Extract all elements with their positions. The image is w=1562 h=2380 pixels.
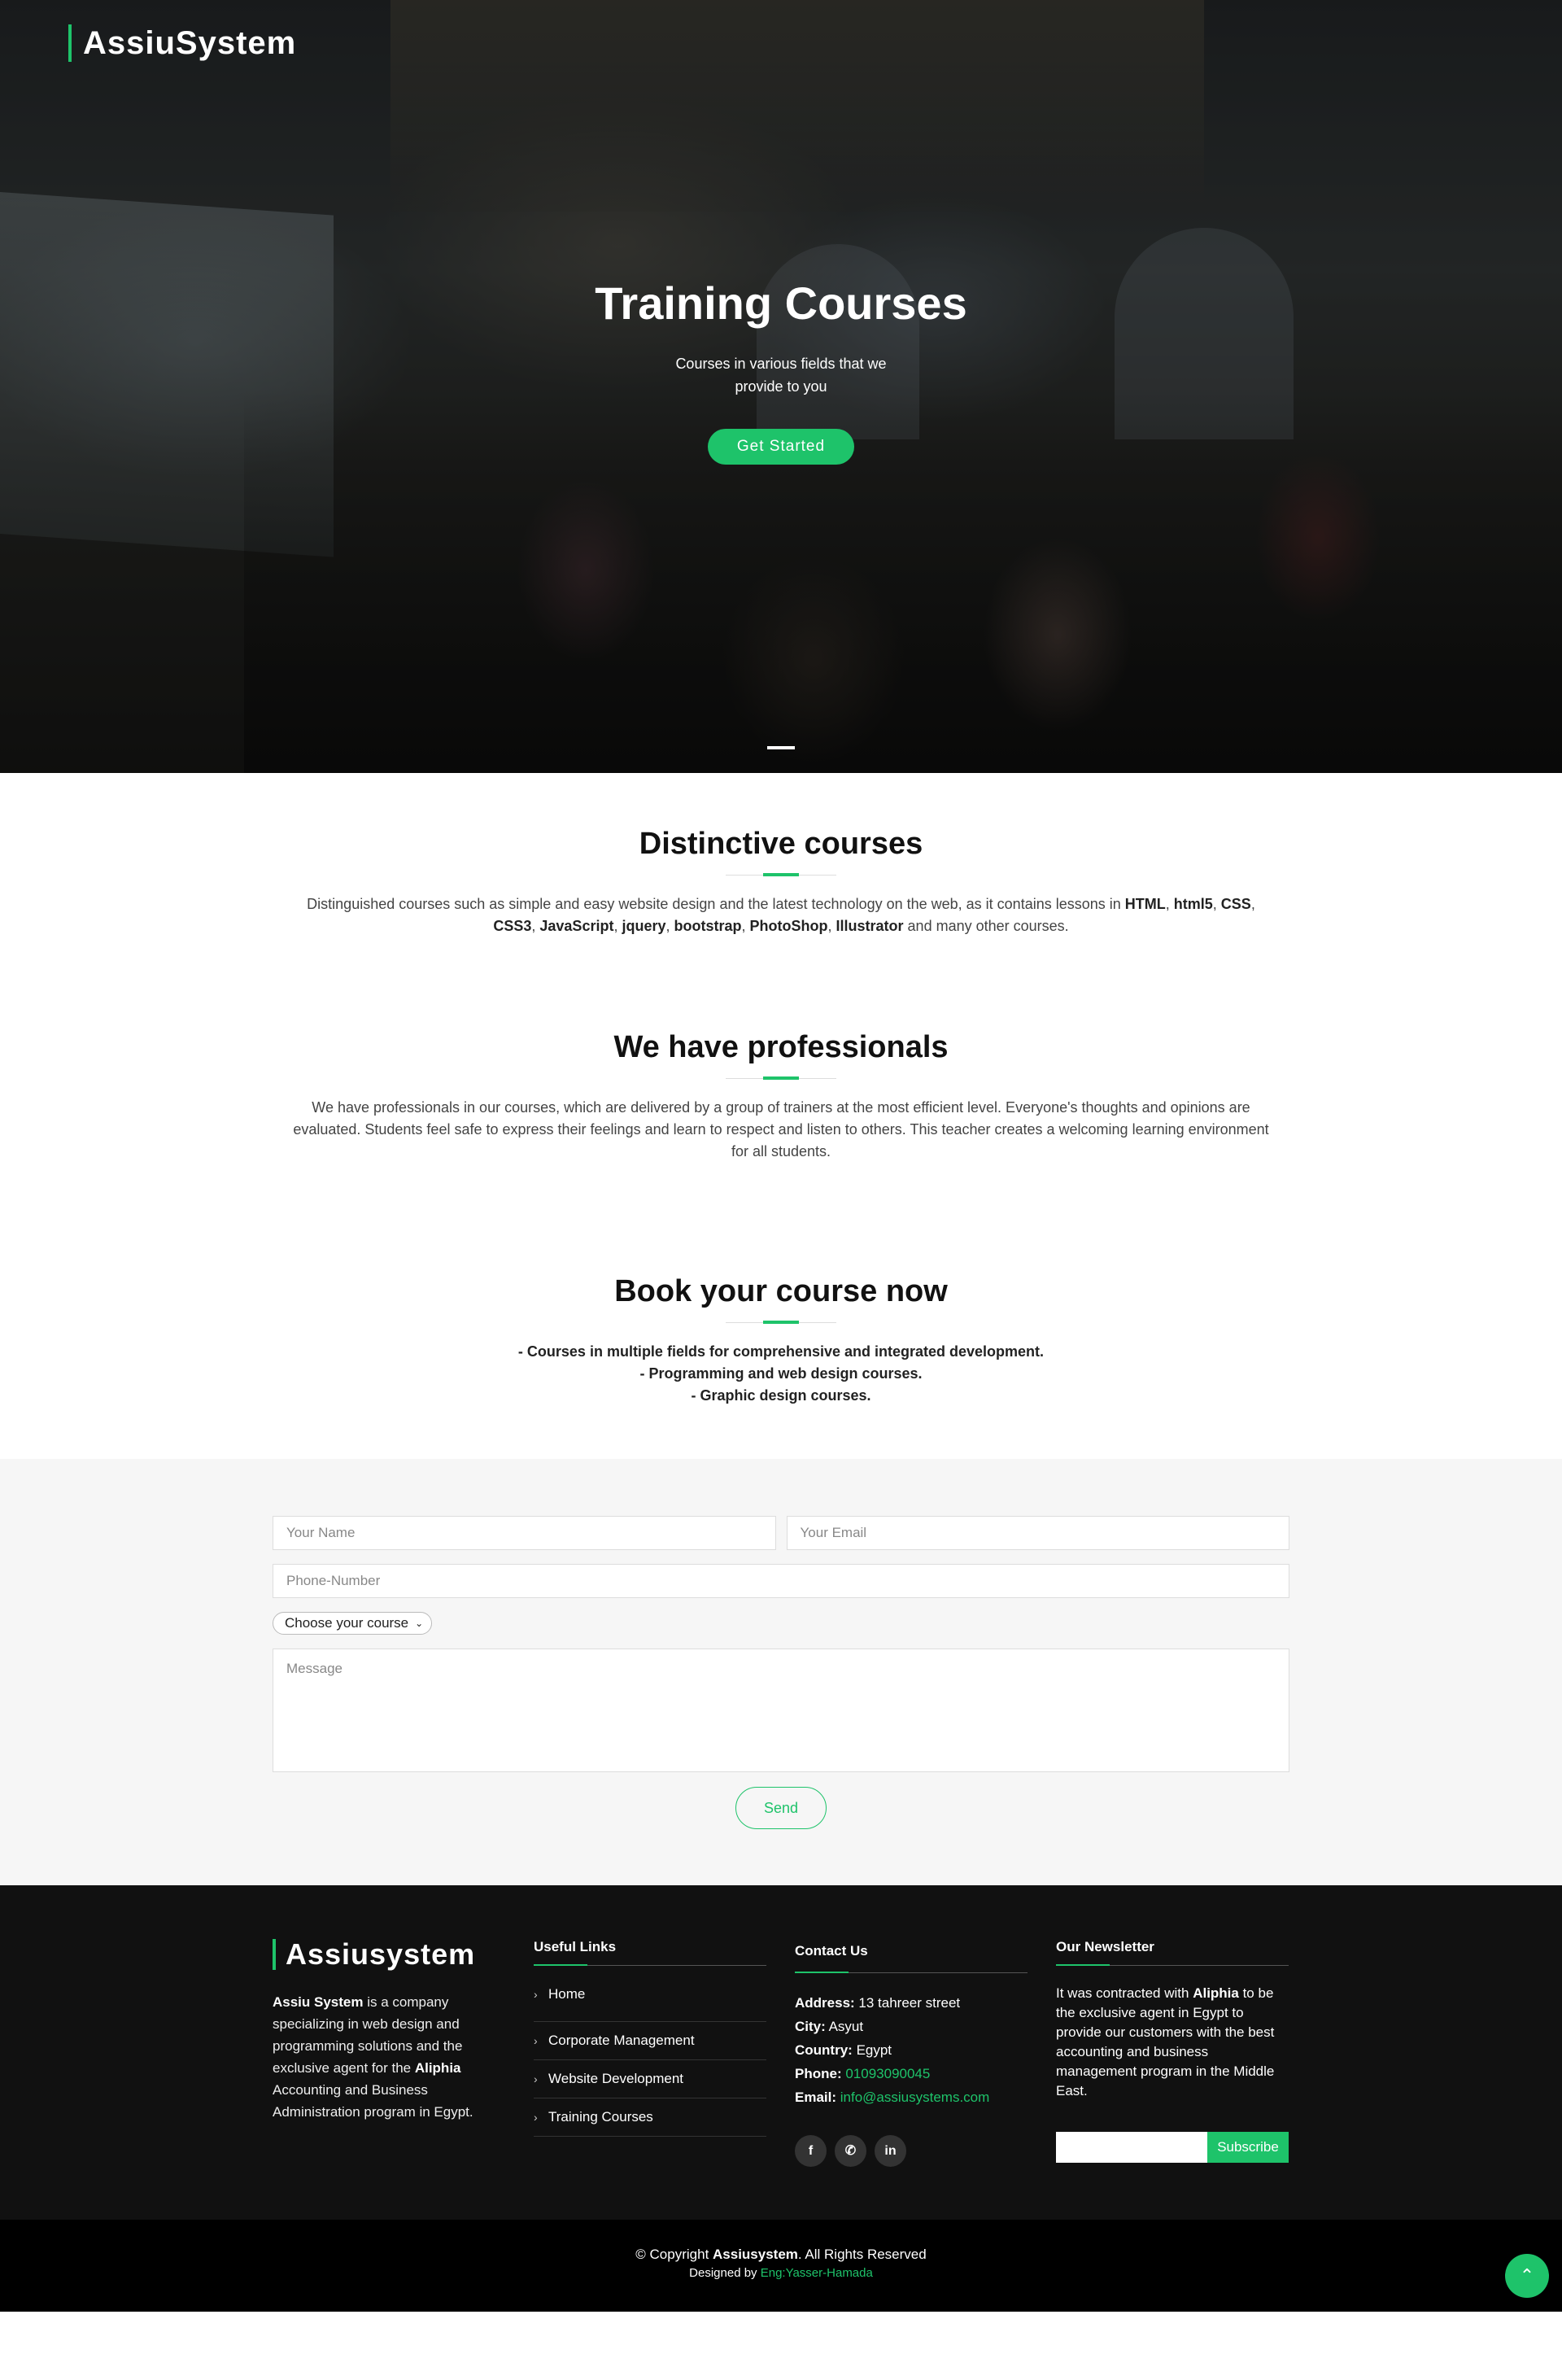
facebook-icon[interactable]: f [795, 2135, 827, 2167]
chevron-right-icon: › [534, 1988, 538, 2001]
copyright-bar: © Copyright Assiusystem. All Rights Rese… [0, 2220, 1562, 2312]
designer-credit: Designed by Eng:Yasser-Hamada [689, 2266, 873, 2280]
designer-link[interactable]: Eng:Yasser-Hamada [761, 2266, 873, 2280]
newsletter-text: It was contracted with Aliphia to be the… [1056, 1985, 1275, 2098]
section-title: Distinctive courses [639, 827, 923, 861]
get-started-button[interactable]: Get Started [707, 429, 855, 465]
carousel-indicator[interactable] [767, 746, 795, 749]
booking-form: Your Name Your Email Phone-Number Choose… [273, 1516, 1289, 1829]
section-text: Distinguished courses such as simple and… [307, 896, 1255, 934]
footer-link-corporate[interactable]: › Corporate Management [534, 2022, 766, 2060]
phone-link[interactable]: 01093090045 [845, 2066, 930, 2081]
name-input[interactable]: Your Name [273, 1516, 776, 1550]
footer-link-training[interactable]: › Training Courses [534, 2098, 766, 2137]
book-list: - Courses in multiple fields for compreh… [285, 1341, 1277, 1407]
contact-address: Address: 13 tahreer street [795, 1995, 961, 2011]
linkedin-icon[interactable]: in [875, 2135, 906, 2167]
hero-section: AssiuSystem Training Courses Courses in … [0, 0, 1562, 773]
chevron-right-icon: › [534, 2072, 538, 2085]
hero-content: Training Courses Courses in various fiel… [0, 277, 1562, 465]
course-select-value: Choose your course [285, 1615, 409, 1631]
book-list-item: - Programming and web design courses. [639, 1365, 923, 1382]
distinctive-courses-section: Distinctive courses Distinguished course… [0, 773, 1562, 1030]
footer: Assiusystem Assiu System is a company sp… [0, 1885, 1562, 2220]
footer-about: Assiusystem Assiu System is a company sp… [273, 1939, 505, 2167]
footer-link-website-dev[interactable]: › Website Development [534, 2060, 766, 2098]
chevron-down-icon: ⌄ [415, 1618, 424, 1629]
contact-phone: Phone: 01093090045 [795, 2066, 931, 2081]
booking-form-section: Your Name Your Email Phone-Number Choose… [0, 1459, 1562, 1885]
section-title: Book your course now [614, 1274, 948, 1308]
section-text: We have professionals in our courses, wh… [293, 1099, 1269, 1159]
whatsapp-icon[interactable]: ✆ [835, 2135, 866, 2167]
copyright-text: © Copyright Assiusystem. All Rights Rese… [635, 2247, 927, 2262]
message-textarea[interactable]: Message [273, 1649, 1289, 1772]
footer-newsletter: Our Newsletter It was contracted with Al… [1056, 1939, 1289, 2167]
hero-subtitle: Courses in various fields that we provid… [675, 356, 887, 395]
title-underline [726, 1076, 836, 1080]
email-link[interactable]: info@assiusystems.com [840, 2090, 990, 2105]
footer-links-title: Useful Links [534, 1939, 766, 1966]
footer-contact: Contact Us Address: 13 tahreer street Ci… [795, 1939, 1028, 2167]
hero-title: Training Courses [595, 277, 967, 329]
chevron-right-icon: › [534, 2034, 538, 2047]
title-underline [726, 873, 836, 876]
contact-email: Email: info@assiusystems.com [795, 2090, 990, 2105]
section-title: We have professionals [613, 1030, 949, 1064]
course-select[interactable]: Choose your course ⌄ [273, 1612, 433, 1635]
contact-city: City: Asyut [795, 2019, 864, 2034]
contact-country: Country: Egypt [795, 2042, 892, 2058]
book-list-item: - Graphic design courses. [691, 1387, 871, 1404]
subscribe-button[interactable]: Subscribe [1207, 2132, 1289, 2163]
phone-input[interactable]: Phone-Number [273, 1564, 1289, 1598]
chevron-right-icon: › [534, 2111, 538, 2124]
title-underline [726, 1321, 836, 1324]
newsletter-email-input[interactable] [1056, 2132, 1207, 2163]
chevron-up-icon: ⌃ [1519, 2265, 1535, 2286]
email-input[interactable]: Your Email [786, 1516, 1289, 1550]
send-button[interactable]: Send [735, 1787, 827, 1829]
book-list-item: - Courses in multiple fields for compreh… [517, 1343, 1045, 1360]
newsletter-form: Subscribe [1056, 2132, 1289, 2163]
footer-about-text: Assiu System is a company specializing i… [273, 1994, 473, 2120]
book-course-section: Book your course now - Courses in multip… [0, 1274, 1562, 1459]
footer-newsletter-title: Our Newsletter [1056, 1939, 1289, 1966]
footer-contact-title: Contact Us [795, 1939, 1028, 1973]
footer-brand: Assiusystem [273, 1939, 505, 1970]
social-links: f ✆ in [795, 2135, 1028, 2167]
back-to-top-button[interactable]: ⌃ [1505, 2254, 1549, 2298]
footer-link-home[interactable]: › Home [534, 1984, 766, 2022]
professionals-section: We have professionals We have profession… [0, 1030, 1562, 1274]
footer-links: Useful Links › Home › Corporate Management… [534, 1939, 766, 2167]
brand-logo[interactable]: AssiuSystem [68, 24, 296, 62]
